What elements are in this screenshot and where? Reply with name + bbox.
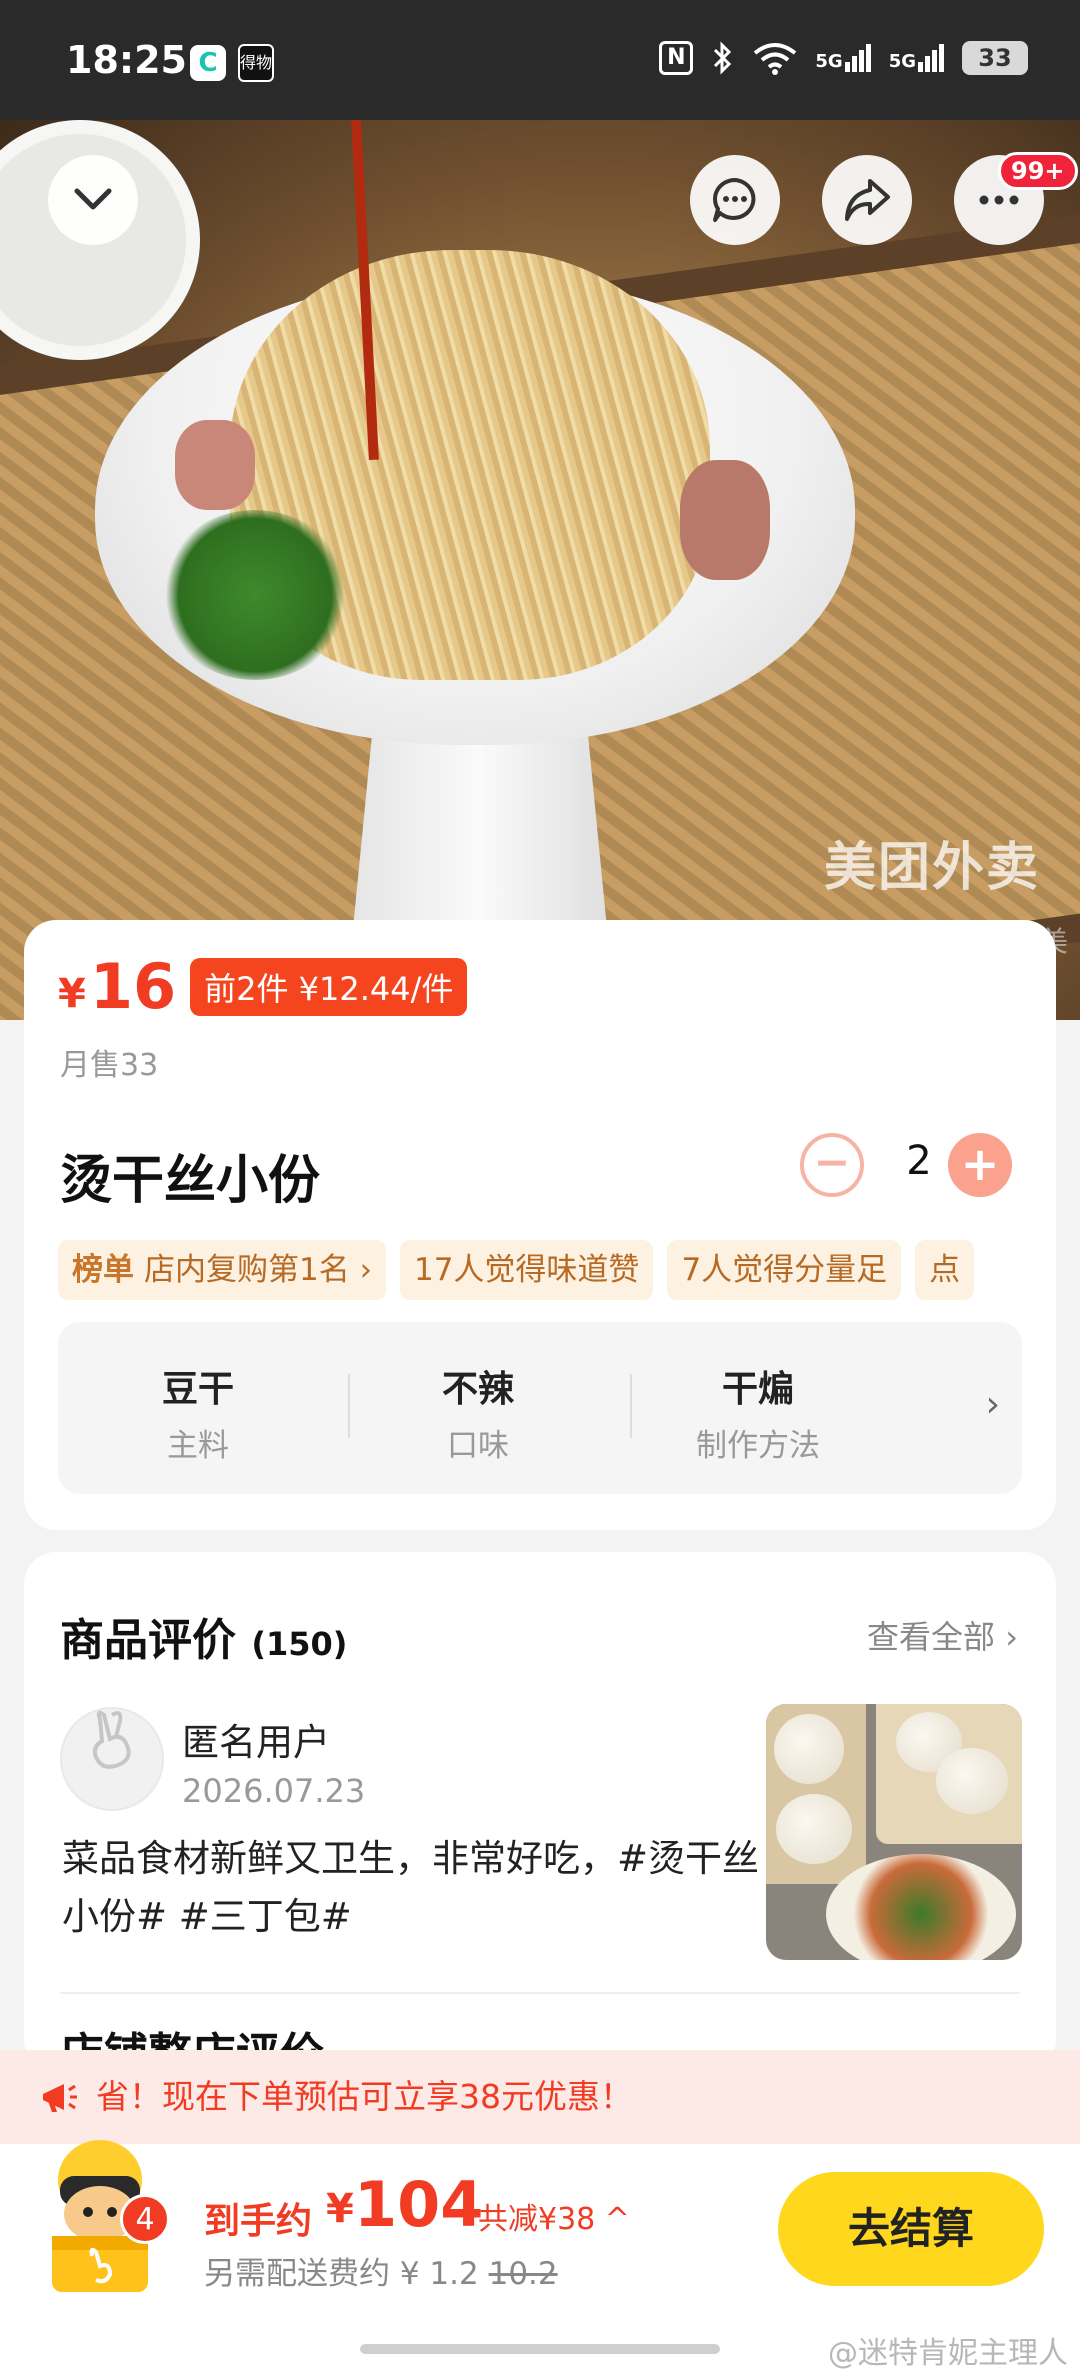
- bun-graphic: [776, 1794, 852, 1864]
- increase-quantity-button[interactable]: +: [948, 1133, 1012, 1197]
- review-text: 菜品食材新鲜又卫生，非常好吃，#烫干丝小份# #三丁包#: [62, 1837, 760, 1938]
- signal-5g-1-label: 5G: [815, 51, 843, 72]
- delivery-fee: 另需配送费约 ¥ 1.2 10.2: [204, 2248, 558, 2293]
- promo-banner[interactable]: 省！现在下单预估可立享38元优惠！: [0, 2050, 1080, 2144]
- attribute-key: 制作方法: [696, 1428, 820, 1464]
- review-date: 2026.07.23: [182, 1772, 366, 1810]
- meat-graphic: [680, 460, 770, 580]
- portion-tag: 7人觉得分量足: [667, 1240, 902, 1300]
- estimate-label: 到手约: [204, 2201, 313, 2242]
- chevron-right-icon[interactable]: ›: [986, 1384, 1000, 1425]
- more-tag: 点: [915, 1240, 975, 1300]
- reviews-card: 商品评价 (150) 查看全部 › 匿名用户 2026.07.23 菜品食材新鲜…: [24, 1552, 1056, 2080]
- product-hero-image[interactable]: 美团外卖 美: [0, 120, 1080, 1020]
- share-arrow-icon: [845, 179, 890, 221]
- noodle-bowl-graphic: [826, 1854, 1016, 1960]
- bluetooth-icon: [714, 41, 732, 75]
- divider: [60, 1992, 1020, 1994]
- nfc-icon: N: [659, 41, 694, 75]
- attribute-key: 口味: [447, 1428, 509, 1464]
- meituan-watermark: 美团外卖: [823, 838, 1040, 898]
- wifi-icon: [754, 43, 797, 75]
- app-notification-icon: C: [190, 45, 226, 81]
- delivery-fee-original: 10.2: [488, 2256, 558, 2292]
- promo-text: 省！现在下单预估可立享38元优惠！: [96, 2077, 633, 2116]
- quantity-value: 2: [906, 1138, 932, 1184]
- ranking-tag-text: 店内复购第1名 ›: [144, 1252, 372, 1288]
- estimate-total: 104: [354, 2168, 484, 2241]
- discount-tag: 前2件 ¥12.44/件: [190, 957, 468, 1016]
- weibo-watermark: @迷特肯妮主理人: [828, 2336, 1068, 2371]
- price-value: 16: [89, 950, 177, 1023]
- home-indicator[interactable]: [360, 2344, 720, 2354]
- attribute-value: 豆干: [161, 1369, 234, 1410]
- dewu-notification-icon: 得物: [238, 44, 274, 82]
- megaphone-icon: [43, 2084, 77, 2112]
- price-currency: ¥: [58, 970, 86, 1017]
- collapse-button[interactable]: [48, 155, 138, 245]
- review-photo[interactable]: [766, 1704, 1022, 1960]
- attribute-flavor: 不辣 口味: [348, 1360, 608, 1465]
- attributes-panel[interactable]: 豆干 主料 不辣 口味 干煸 制作方法 ›: [58, 1322, 1022, 1494]
- chevron-down-icon: [74, 188, 112, 210]
- delivery-fee-label: 另需配送费约 ¥ 1.2: [204, 2256, 479, 2292]
- monthly-sales: 月售33: [60, 1048, 159, 1083]
- decrease-quantity-button[interactable]: −: [800, 1133, 864, 1197]
- battery-icon: 33: [962, 41, 1028, 75]
- saving-details-toggle[interactable]: 共减¥38 ^: [478, 2194, 630, 2238]
- attribute-key: 主料: [167, 1428, 229, 1464]
- checkout-button[interactable]: 去结算: [778, 2172, 1044, 2286]
- attribute-value: 不辣: [441, 1369, 514, 1410]
- status-icons: N 5G 5G 33: [659, 40, 1028, 76]
- see-all-reviews-link[interactable]: 查看全部 ›: [867, 1612, 1018, 1658]
- meat-graphic: [175, 420, 255, 510]
- product-name: 烫干丝小份: [60, 1151, 321, 1211]
- reviews-title-text: 商品评价: [60, 1615, 236, 1666]
- more-dots-icon: [979, 195, 1019, 205]
- signal-5g-1-icon: 5G: [815, 44, 871, 72]
- attribute-cooking-method: 干煸 制作方法: [628, 1360, 888, 1465]
- signal-5g-2-label: 5G: [888, 51, 916, 72]
- status-bar: 18:25 C 得物 N 5G 5G 33: [0, 0, 1080, 120]
- attribute-value: 干煸: [721, 1369, 794, 1410]
- avatar: [60, 1707, 164, 1811]
- share-button[interactable]: [822, 155, 912, 245]
- notification-badge: 99+: [998, 152, 1078, 190]
- ranking-tag-prefix: 榜单: [72, 1252, 134, 1288]
- taste-tag: 17人觉得味道赞: [399, 1240, 654, 1300]
- bun-graphic: [936, 1748, 1008, 1814]
- rabbit-avatar-icon: [92, 1710, 131, 1769]
- bun-graphic: [774, 1714, 844, 1784]
- product-tags: 榜单 店内复购第1名 › 17人觉得味道赞 7人觉得分量足点: [58, 1240, 1038, 1302]
- reviews-title: 商品评价 (150): [60, 1604, 347, 1668]
- cart-count-badge: 4: [120, 2194, 170, 2244]
- signal-5g-2-icon: 5G: [889, 44, 944, 72]
- cilantro-graphic: [160, 510, 350, 680]
- chat-button[interactable]: [690, 155, 780, 245]
- reviewer-name: 匿名用户: [182, 1721, 330, 1764]
- attribute-main-ingredient: 豆干 主料: [68, 1360, 328, 1465]
- reviews-count: (150): [251, 1625, 348, 1663]
- price-row: ¥ 16 前2件 ¥12.44/件: [58, 950, 468, 1023]
- chat-bubble-icon: [713, 178, 756, 222]
- ranking-tag[interactable]: 榜单 店内复购第1名 ›: [58, 1240, 386, 1300]
- estimate-currency: ¥: [326, 2186, 354, 2232]
- status-time: 18:25: [66, 38, 187, 82]
- product-info-card: ¥ 16 前2件 ¥12.44/件 月售33 烫干丝小份 − 2 + 榜单 店内复…: [24, 920, 1056, 1530]
